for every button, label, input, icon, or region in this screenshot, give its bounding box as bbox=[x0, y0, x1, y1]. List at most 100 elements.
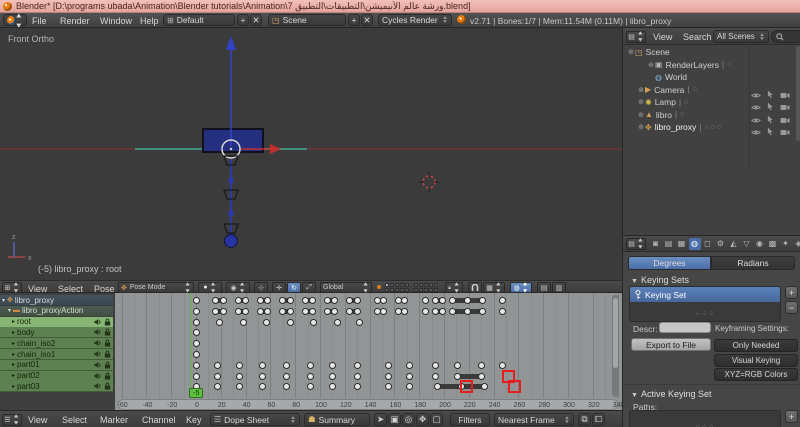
layer-toggle[interactable] bbox=[424, 283, 428, 287]
keyframe[interactable] bbox=[235, 372, 243, 380]
units-degrees-button[interactable]: Degrees bbox=[628, 256, 711, 270]
keyframe[interactable] bbox=[263, 318, 271, 326]
keyframe[interactable] bbox=[310, 318, 318, 326]
keyframe[interactable] bbox=[235, 361, 243, 369]
filter-transforms-button[interactable]: ✥ bbox=[416, 413, 429, 426]
dopesheet-hscrollbar[interactable]: -60 -40 -20 0 20 40 60 80 100 120 140 160 180 200 220 2… bbox=[118, 399, 624, 410]
channel-chain_iso2[interactable]: ▸ chain_iso2 bbox=[0, 338, 113, 350]
remove-keying-set-button[interactable]: − bbox=[785, 301, 798, 314]
keyframe[interactable] bbox=[454, 361, 462, 369]
active-keying-set-panel-header[interactable]: ▼ Active Keying Set bbox=[631, 389, 711, 399]
vscroll-thumb[interactable] bbox=[613, 298, 618, 368]
orientation-selector[interactable]: Global ▲ ▼ bbox=[320, 281, 372, 294]
keyframe[interactable] bbox=[431, 296, 439, 304]
dope-sheet[interactable]: ▾ ✥ libro_proxy ▾ ▬ libro_proxyAction ▸ root ▸ bo… bbox=[0, 293, 624, 427]
manipulator-toggle[interactable]: ⊹ bbox=[254, 282, 268, 293]
current-frame-badge[interactable]: -5 bbox=[189, 388, 204, 398]
keyframe[interactable] bbox=[333, 318, 341, 326]
render-tab[interactable]: ◙ bbox=[650, 238, 662, 250]
keyframe[interactable] bbox=[216, 318, 224, 326]
keying-set-item[interactable]: Keying Set bbox=[630, 287, 780, 302]
viewport-editor-type-button[interactable]: ⊞ ▲ ▼ bbox=[2, 281, 22, 294]
outliner-item-scene[interactable]: ⊕ ◳ Scene bbox=[627, 46, 799, 58]
keyframe[interactable] bbox=[242, 296, 250, 304]
channel-chain_iso1[interactable]: ▸ chain_iso1 bbox=[0, 349, 113, 360]
layer-grid-2[interactable] bbox=[414, 283, 438, 292]
keyframe[interactable] bbox=[306, 372, 314, 380]
keyframe[interactable] bbox=[213, 383, 221, 391]
layer-toggle[interactable] bbox=[419, 283, 423, 287]
keyframe[interactable] bbox=[384, 361, 392, 369]
copy-keyframes-button[interactable]: ⧉ bbox=[578, 413, 591, 426]
add-layout-button[interactable]: + bbox=[237, 14, 249, 26]
keyframe[interactable] bbox=[346, 307, 354, 315]
keying-sets-list[interactable]: Keying Set ⁘⁘⁘ bbox=[629, 286, 781, 322]
keyframe[interactable] bbox=[498, 296, 506, 304]
keyframe[interactable] bbox=[454, 372, 462, 380]
layer-grid-1[interactable] bbox=[385, 283, 409, 292]
bone-joint-1[interactable] bbox=[228, 178, 234, 183]
layer-toggle[interactable] bbox=[434, 288, 438, 292]
keying-sets-panel-header[interactable]: ▼ Keying Sets bbox=[631, 275, 689, 285]
keyframe[interactable] bbox=[477, 372, 485, 380]
keyframe[interactable] bbox=[286, 318, 294, 326]
keyframe[interactable] bbox=[213, 372, 221, 380]
keyframe[interactable] bbox=[256, 296, 264, 304]
outliner-menu-search[interactable]: Search bbox=[683, 32, 712, 42]
layer-toggle[interactable] bbox=[414, 288, 418, 292]
keyframe[interactable] bbox=[400, 307, 408, 315]
keyframe[interactable] bbox=[192, 307, 200, 315]
restrict-select-arrow-icon[interactable] bbox=[767, 123, 774, 141]
descr-input[interactable] bbox=[659, 322, 711, 333]
snap-element-selector[interactable]: ▦ ▲ ▼ bbox=[483, 281, 505, 294]
filters-button[interactable]: Filters bbox=[450, 413, 490, 426]
dopesheet-mode-selector[interactable]: ☰ Dope Sheet ▲ ▼ bbox=[210, 413, 300, 426]
layer-toggle[interactable] bbox=[400, 288, 404, 292]
3d-cursor[interactable] bbox=[419, 172, 439, 192]
pivot-selector[interactable]: ◉ ▲ ▼ bbox=[226, 281, 250, 294]
keyframe[interactable] bbox=[405, 361, 413, 369]
mode-selector[interactable]: ✥ Pose Mode ▲ ▼ bbox=[118, 281, 194, 294]
keyframe[interactable] bbox=[283, 372, 291, 380]
bone-joint-2[interactable] bbox=[228, 211, 234, 216]
scene-tab[interactable]: ▦ bbox=[676, 238, 688, 250]
units-radians-button[interactable]: Radians bbox=[711, 256, 795, 270]
render-opengl-anim-button[interactable]: ▥ bbox=[552, 282, 566, 293]
keyframe[interactable] bbox=[212, 307, 220, 315]
keyframe[interactable] bbox=[400, 296, 408, 304]
shading-selector[interactable]: ● ▲ ▼ bbox=[198, 281, 222, 294]
paths-list[interactable]: ⁘⁘⁘ bbox=[629, 410, 781, 427]
layer-toggle[interactable] bbox=[419, 288, 423, 292]
keyframe[interactable] bbox=[283, 361, 291, 369]
layer-toggle[interactable] bbox=[390, 288, 394, 292]
paste-keyframes-button[interactable]: ⧠ bbox=[592, 413, 605, 426]
menu-file[interactable]: File bbox=[32, 16, 47, 26]
layer-toggle[interactable] bbox=[385, 283, 389, 287]
snap-toggle-button[interactable] bbox=[468, 282, 482, 293]
filter-errors-button[interactable]: ◎ bbox=[402, 413, 415, 426]
layer-toggle[interactable] bbox=[429, 288, 433, 292]
channel-part02[interactable]: ▸ part02 bbox=[0, 370, 113, 382]
viewport-menu-pose[interactable]: Pose bbox=[94, 284, 115, 294]
summary-toggle[interactable]: ☗ Summary bbox=[304, 413, 370, 426]
3d-viewport[interactable]: x z Front Ortho (-5) libro_proxy : root bbox=[0, 28, 622, 280]
render-opengl-button[interactable]: ▤ bbox=[537, 282, 551, 293]
keyframe[interactable] bbox=[439, 307, 447, 315]
bone-tip-sphere[interactable] bbox=[224, 234, 238, 248]
layer-toggle[interactable] bbox=[429, 283, 433, 287]
dopesheet-vscrollbar[interactable] bbox=[612, 295, 619, 397]
physics-tab[interactable]: ◈ bbox=[793, 238, 800, 250]
channel-libro_proxy[interactable]: ▾ ✥ libro_proxy bbox=[0, 295, 113, 306]
keyframe[interactable] bbox=[219, 307, 227, 315]
layer-toggle[interactable] bbox=[434, 283, 438, 287]
restrict-view-eye-icon[interactable] bbox=[751, 123, 761, 141]
dopesheet-menu-select[interactable]: Select bbox=[62, 415, 87, 425]
keyframe[interactable] bbox=[449, 296, 457, 304]
keyframe[interactable] bbox=[449, 307, 457, 315]
outliner-menu-view[interactable]: View bbox=[653, 32, 672, 42]
filter-datablock-button[interactable]: ▢ bbox=[430, 413, 443, 426]
keyframe[interactable] bbox=[192, 340, 200, 348]
channel-libro_proxyAction[interactable]: ▾ ▬ libro_proxyAction bbox=[0, 305, 113, 317]
dopesheet-menu-key[interactable]: Key bbox=[186, 415, 202, 425]
object-tab[interactable]: ◻ bbox=[702, 238, 714, 250]
